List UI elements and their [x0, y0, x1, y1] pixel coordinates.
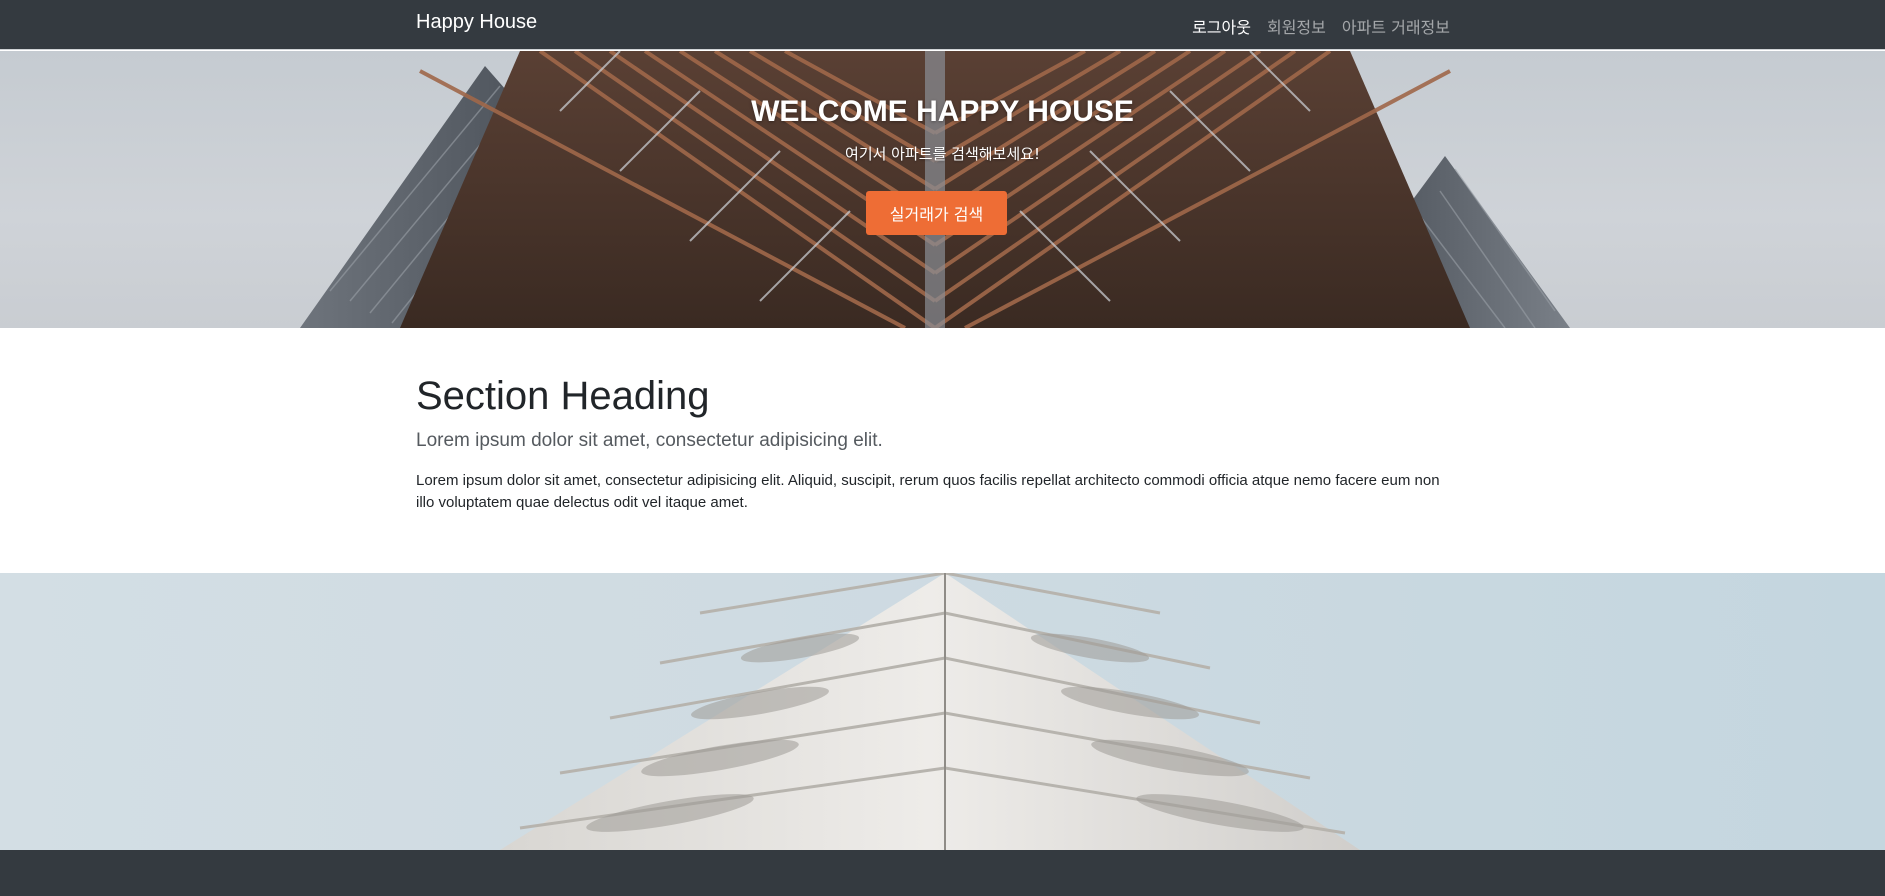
hero-background-building-image — [300, 51, 1570, 328]
hero-title: WELCOME HAPPY HOUSE — [751, 95, 1134, 128]
nav-link-apartment-deals[interactable]: 아파트 거래정보 — [1342, 14, 1450, 38]
top-navbar: Happy House 로그아웃 회원정보 아파트 거래정보 — [0, 0, 1885, 50]
brand-link[interactable]: Happy House — [416, 11, 537, 34]
nav-link-logout[interactable]: 로그아웃 — [1192, 14, 1251, 38]
price-search-button[interactable]: 실거래가 검색 — [866, 191, 1007, 235]
section-heading: Section Heading — [416, 374, 710, 418]
hero-subtitle: 여기서 아파트를 검색해보세요! — [845, 145, 1040, 163]
nav-link-member-info[interactable]: 회원정보 — [1267, 14, 1326, 38]
building-image-banner — [0, 573, 1885, 850]
section-body-text: Lorem ipsum dolor sit amet, consectetur … — [416, 472, 1440, 511]
content-section: Section Heading Lorem ipsum dolor sit am… — [0, 328, 1885, 573]
white-building-image — [500, 573, 1360, 850]
section-lead-text: Lorem ipsum dolor sit amet, consectetur … — [416, 430, 883, 451]
nav-links: 로그아웃 회원정보 아파트 거래정보 — [1192, 14, 1450, 38]
hero-banner: WELCOME HAPPY HOUSE 여기서 아파트를 검색해보세요! 실거래… — [0, 51, 1885, 328]
page-footer — [0, 850, 1885, 896]
